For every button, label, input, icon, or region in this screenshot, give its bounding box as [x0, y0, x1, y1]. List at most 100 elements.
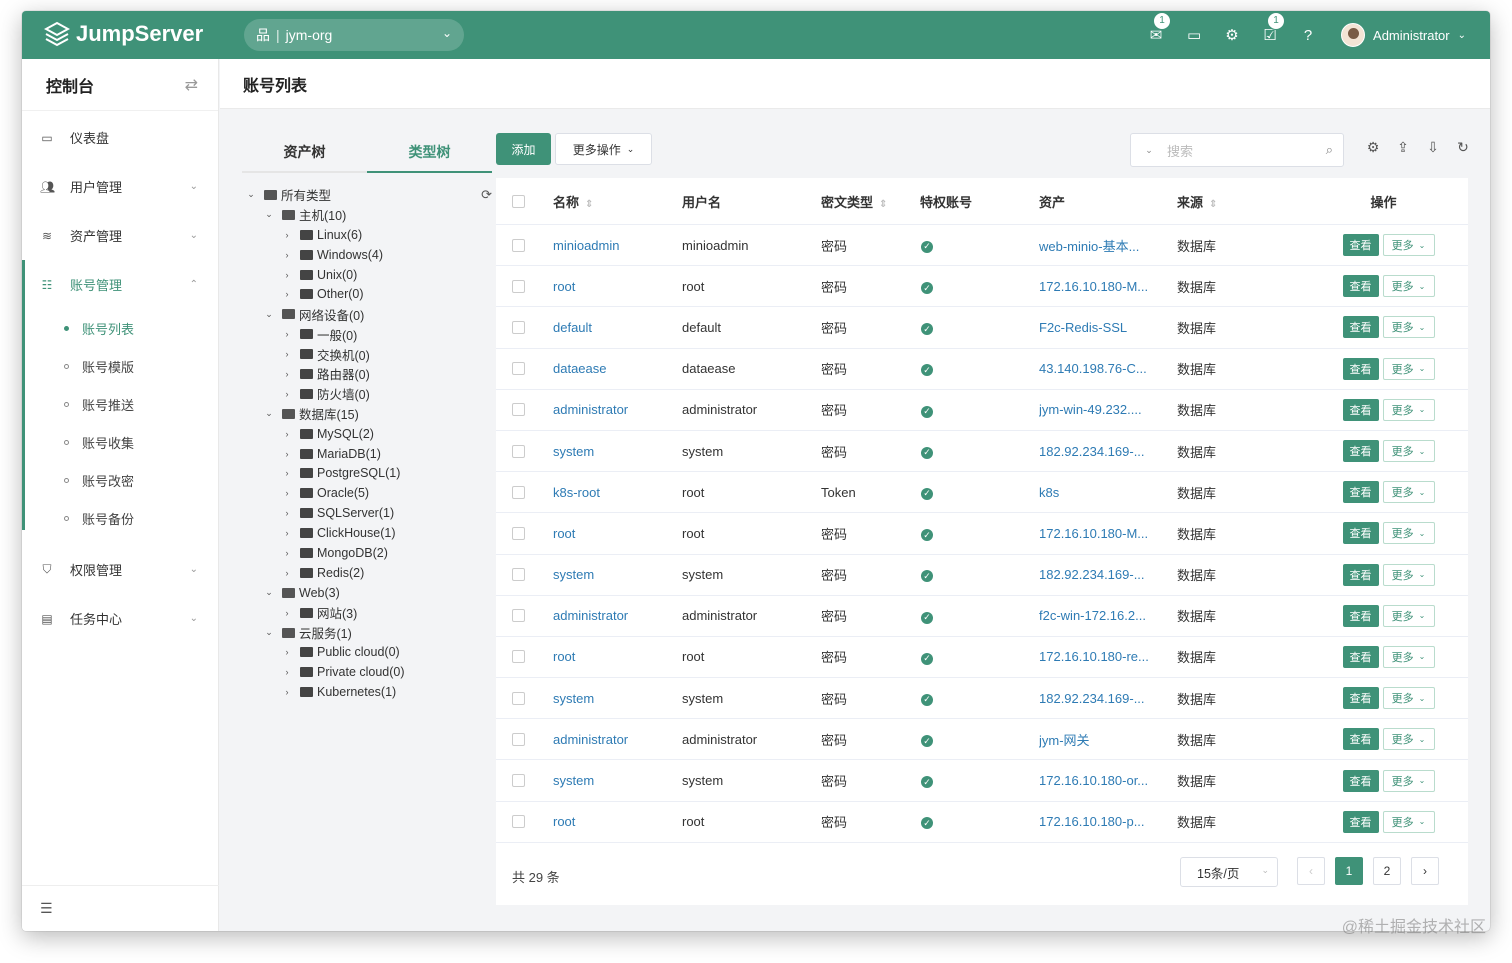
- chevron-right-icon[interactable]: ›: [282, 449, 292, 459]
- more-actions-button[interactable]: 更多操作 ⌄: [555, 133, 652, 165]
- tab-type-tree[interactable]: 类型树: [367, 131, 492, 173]
- tree-node[interactable]: › 交换机(0): [242, 344, 492, 364]
- more-button[interactable]: 更多 ⌄: [1382, 604, 1435, 627]
- sidebar-subitem-account-backup[interactable]: 账号备份: [22, 499, 218, 537]
- account-name-link[interactable]: system: [553, 773, 594, 788]
- asset-link[interactable]: 182.92.234.169-...: [1039, 567, 1145, 582]
- tree-node[interactable]: › Unix(0): [242, 265, 492, 285]
- row-checkbox[interactable]: [512, 279, 525, 293]
- sidebar-subitem-account-list[interactable]: 账号列表: [22, 309, 218, 347]
- more-button[interactable]: 更多 ⌄: [1382, 357, 1435, 380]
- more-button[interactable]: 更多 ⌄: [1382, 728, 1435, 751]
- sidebar-item-dashboard[interactable]: ▭ 仪表盘: [22, 113, 218, 162]
- chevron-right-icon[interactable]: ›: [282, 369, 292, 379]
- more-button[interactable]: 更多 ⌄: [1382, 522, 1435, 545]
- tree-node[interactable]: ⌄ Web(3): [242, 583, 492, 603]
- chevron-right-icon[interactable]: ›: [282, 548, 292, 558]
- chevron-down-icon[interactable]: ⌄: [264, 408, 274, 419]
- row-checkbox[interactable]: [512, 609, 525, 623]
- row-checkbox[interactable]: [512, 815, 525, 829]
- tree-node[interactable]: ⌄ 云服务(1): [242, 623, 492, 643]
- asset-link[interactable]: jym-win-49.232....: [1039, 402, 1142, 417]
- messages-icon[interactable]: ✉ 1: [1145, 12, 1172, 46]
- tree-node[interactable]: › ClickHouse(1): [242, 523, 492, 543]
- add-button[interactable]: 添加: [496, 133, 551, 165]
- user-menu[interactable]: Administrator ⌄: [1341, 23, 1466, 47]
- account-name-link[interactable]: system: [553, 567, 594, 582]
- sidebar-item-tasks[interactable]: ▤ 任务中心 ⌄: [22, 594, 218, 643]
- help-icon[interactable]: ?: [1297, 24, 1319, 46]
- chevron-down-icon[interactable]: ⌄: [1131, 145, 1167, 156]
- chevron-right-icon[interactable]: ›: [282, 250, 292, 260]
- row-checkbox[interactable]: [512, 691, 525, 705]
- tree-node[interactable]: › 一般(0): [242, 324, 492, 344]
- chevron-right-icon[interactable]: ›: [282, 528, 292, 538]
- row-checkbox[interactable]: [512, 403, 525, 417]
- account-name-link[interactable]: dataease: [553, 361, 607, 376]
- sidebar-subitem-account-template[interactable]: 账号模版: [22, 347, 218, 385]
- account-name-link[interactable]: system: [553, 444, 594, 459]
- row-checkbox[interactable]: [512, 774, 525, 788]
- row-checkbox[interactable]: [512, 238, 525, 252]
- more-button[interactable]: 更多 ⌄: [1382, 316, 1435, 339]
- page-2-button[interactable]: 2: [1373, 857, 1401, 885]
- header-source[interactable]: 来源 ⇕: [1177, 192, 1299, 211]
- asset-link[interactable]: 172.16.10.180-p...: [1039, 814, 1145, 829]
- chevron-down-icon[interactable]: ⌄: [246, 189, 256, 200]
- chevron-right-icon[interactable]: ›: [282, 508, 292, 518]
- collapse-sidebar-icon[interactable]: ☰: [40, 900, 53, 917]
- view-button[interactable]: 查看: [1342, 604, 1379, 627]
- select-all-checkbox[interactable]: [512, 194, 525, 208]
- settings-icon[interactable]: ⚙: [1358, 139, 1388, 156]
- more-button[interactable]: 更多 ⌄: [1382, 234, 1435, 257]
- tree-node[interactable]: ⌄ 数据库(15): [242, 404, 492, 424]
- import-icon[interactable]: ⇩: [1418, 139, 1448, 156]
- chevron-right-icon[interactable]: ›: [282, 270, 292, 280]
- view-button[interactable]: 查看: [1342, 522, 1379, 545]
- chevron-right-icon[interactable]: ›: [282, 329, 292, 339]
- view-button[interactable]: 查看: [1342, 316, 1379, 339]
- refresh-icon[interactable]: ↻: [1448, 139, 1478, 156]
- tree-node[interactable]: › Windows(4): [242, 245, 492, 265]
- chevron-right-icon[interactable]: ›: [282, 349, 292, 359]
- more-button[interactable]: 更多 ⌄: [1382, 810, 1435, 833]
- sidebar-item-users[interactable]: 👥︎ 用户管理 ⌄: [22, 162, 218, 211]
- tree-node[interactable]: › Kubernetes(1): [242, 682, 492, 702]
- chevron-right-icon[interactable]: ›: [282, 389, 292, 399]
- chevron-down-icon[interactable]: ⌄: [264, 627, 274, 638]
- tree-node[interactable]: › MongoDB(2): [242, 543, 492, 563]
- tree-node[interactable]: › 路由器(0): [242, 364, 492, 384]
- asset-link[interactable]: 172.16.10.180-or...: [1039, 773, 1148, 788]
- view-button[interactable]: 查看: [1342, 440, 1379, 463]
- tree-node[interactable]: › MySQL(2): [242, 424, 492, 444]
- chevron-right-icon[interactable]: ›: [282, 568, 292, 578]
- view-button[interactable]: 查看: [1342, 357, 1379, 380]
- sidebar-item-accounts[interactable]: ☷ 账号管理 ⌃: [22, 260, 218, 309]
- more-button[interactable]: 更多 ⌄: [1382, 398, 1435, 421]
- refresh-tree-icon[interactable]: ⟳: [481, 187, 492, 203]
- sidebar-subitem-account-change-secret[interactable]: 账号改密: [22, 461, 218, 499]
- row-checkbox[interactable]: [512, 650, 525, 664]
- terminal-icon[interactable]: ▭: [1183, 24, 1205, 46]
- more-button[interactable]: 更多 ⌄: [1382, 645, 1435, 668]
- tree-node[interactable]: › Other(0): [242, 284, 492, 304]
- account-name-link[interactable]: administrator: [553, 732, 628, 747]
- chevron-right-icon[interactable]: ›: [282, 608, 292, 618]
- tree-node[interactable]: › 防火墙(0): [242, 384, 492, 404]
- view-button[interactable]: 查看: [1342, 398, 1379, 421]
- view-button[interactable]: 查看: [1342, 769, 1379, 792]
- chevron-right-icon[interactable]: ›: [282, 468, 292, 478]
- sidebar-subitem-account-collect[interactable]: 账号收集: [22, 423, 218, 461]
- view-button[interactable]: 查看: [1342, 275, 1379, 298]
- view-button[interactable]: 查看: [1342, 481, 1379, 504]
- tree-node[interactable]: › Public cloud(0): [242, 642, 492, 662]
- asset-link[interactable]: f2c-win-172.16.2...: [1039, 608, 1146, 623]
- account-name-link[interactable]: k8s-root: [553, 485, 600, 500]
- asset-link[interactable]: 182.92.234.169-...: [1039, 444, 1145, 459]
- header-secret-type[interactable]: 密文类型 ⇕: [821, 192, 920, 211]
- tree-node[interactable]: › Oracle(5): [242, 483, 492, 503]
- chevron-right-icon[interactable]: ›: [282, 289, 292, 299]
- chevron-right-icon[interactable]: ›: [282, 429, 292, 439]
- tree-node[interactable]: › 网站(3): [242, 603, 492, 623]
- view-button[interactable]: 查看: [1342, 645, 1379, 668]
